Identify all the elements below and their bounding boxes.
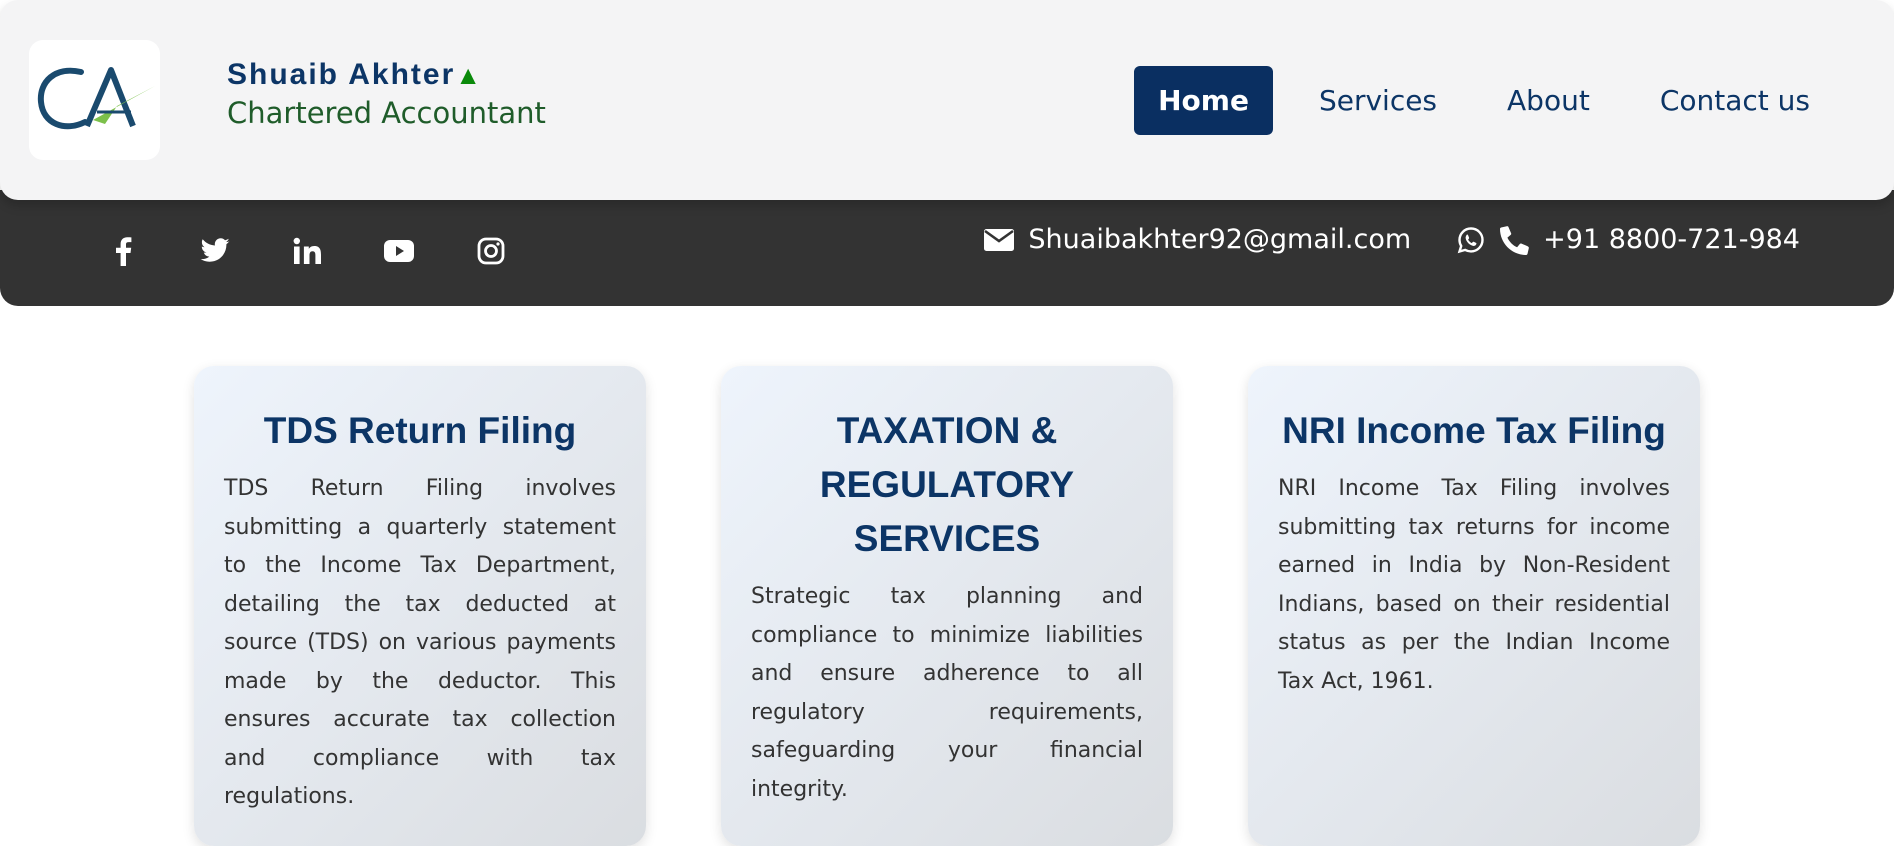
whatsapp-icon[interactable] bbox=[1457, 226, 1485, 254]
card-text: NRI Income Tax Filing involves submittin… bbox=[1278, 476, 1670, 694]
youtube-icon[interactable] bbox=[384, 236, 414, 266]
nav-services[interactable]: Services bbox=[1295, 66, 1461, 135]
card-text: Strategic tax planning and compliance to… bbox=[751, 584, 1143, 802]
instagram-icon[interactable] bbox=[476, 236, 506, 266]
logo[interactable] bbox=[29, 40, 160, 160]
service-card-tds[interactable]: TDS Return Filing TDS Return Filing invo… bbox=[194, 366, 646, 846]
nav-home[interactable]: Home bbox=[1134, 66, 1273, 135]
nav-contact[interactable]: Contact us bbox=[1636, 66, 1834, 135]
facebook-icon[interactable] bbox=[108, 236, 138, 266]
twitter-icon[interactable] bbox=[200, 236, 230, 266]
site-header: Shuaib Akhter▲ Chartered Accountant Home… bbox=[0, 0, 1894, 200]
brand-subtitle: Chartered Accountant bbox=[227, 96, 546, 130]
ca-logo-icon bbox=[37, 67, 155, 130]
linkedin-icon[interactable] bbox=[292, 236, 322, 266]
card-text: TDS Return Filing involves submitting a … bbox=[224, 476, 616, 809]
card-title: TDS Return Filing bbox=[263, 410, 577, 451]
service-card-taxation[interactable]: TAXATION & REGULATORY SERVICES Strategic… bbox=[721, 366, 1173, 846]
social-links bbox=[108, 236, 568, 266]
nav-about[interactable]: About bbox=[1483, 66, 1614, 135]
card-title: TAXATION & REGULATORY SERVICES bbox=[819, 410, 1075, 559]
triangle-icon: ▲ bbox=[455, 60, 481, 90]
brand-name-text: Shuaib Akhter bbox=[227, 58, 456, 91]
service-card-nri[interactable]: NRI Income Tax Filing NRI Income Tax Fil… bbox=[1248, 366, 1700, 846]
brand-name: Shuaib Akhter▲ bbox=[227, 58, 481, 92]
phone-icon[interactable] bbox=[1499, 225, 1530, 255]
email-link[interactable]: Shuaibakhter92@gmail.com bbox=[1028, 224, 1411, 255]
envelope-icon bbox=[984, 228, 1015, 251]
main-nav: Home Services About Contact us bbox=[1112, 66, 1834, 135]
card-title: NRI Income Tax Filing bbox=[1282, 410, 1666, 451]
phone-number[interactable]: +91 8800-721-984 bbox=[1543, 224, 1800, 255]
contact-info: Shuaibakhter92@gmail.com +91 8800-721-98… bbox=[984, 224, 1800, 255]
